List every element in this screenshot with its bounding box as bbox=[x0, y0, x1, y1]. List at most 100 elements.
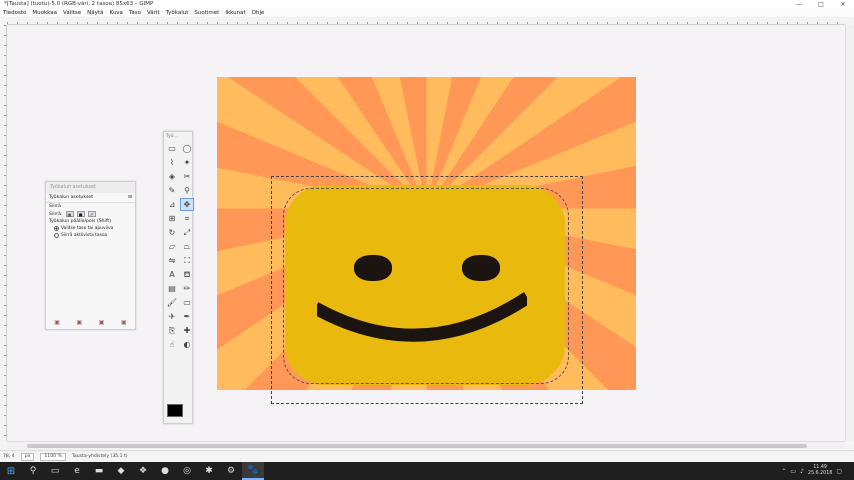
color-select-icon[interactable]: ◈ bbox=[165, 170, 179, 183]
window-controls: — □ ✕ bbox=[788, 0, 854, 8]
gimp-taskbar-icon[interactable]: 🐾 bbox=[242, 462, 264, 480]
color-swatches[interactable] bbox=[167, 404, 191, 422]
clock-date: 25.6.2018 bbox=[807, 471, 833, 476]
windows-taskbar: ⊞ ⚲ ▭ e ▬ ◆ ❖ ● ◎ ✱ ⚙ 🐾 ⌃ ▭ ♪ 11.49 25.6… bbox=[0, 462, 854, 480]
move-selection-icon[interactable]: ■ bbox=[76, 211, 85, 217]
horizontal-scrollbar[interactable] bbox=[7, 441, 845, 449]
tool-toggle-label: Työkalun päälle/pois (Shift) bbox=[49, 219, 111, 224]
system-tray: ⌃ ▭ ♪ 11.49 25.6.2018 ▢ bbox=[781, 462, 854, 480]
tab-menu-icon[interactable]: ⊟ bbox=[128, 195, 132, 200]
move-label: Siirrä: bbox=[49, 211, 63, 217]
menu-layer[interactable]: Taso bbox=[126, 10, 144, 16]
tool-options-footer: ▣ ▣ ▣ ▣ bbox=[46, 319, 135, 326]
save-options-icon[interactable]: ▣ bbox=[54, 319, 60, 326]
measure-icon[interactable]: ⊿ bbox=[165, 198, 179, 211]
clock[interactable]: 11.49 25.6.2018 bbox=[808, 465, 832, 477]
scissors-select-icon[interactable]: ✂ bbox=[180, 170, 194, 183]
menu-view[interactable]: Näytä bbox=[84, 10, 106, 16]
minimize-button[interactable]: — bbox=[788, 0, 810, 8]
move-mode-row: Siirrä: ▦ ■ ↗ bbox=[46, 210, 135, 218]
perspective-icon[interactable]: ⏢ bbox=[180, 240, 194, 253]
menu-edit[interactable]: Muokkaa bbox=[29, 10, 60, 16]
rotate-icon[interactable]: ↻ bbox=[165, 226, 179, 239]
move-icon[interactable]: ✥ bbox=[180, 198, 194, 211]
menu-help[interactable]: Ohje bbox=[249, 10, 268, 16]
flip-icon[interactable]: ⇋ bbox=[165, 254, 179, 267]
menu-colors[interactable]: Värit bbox=[144, 10, 163, 16]
app-icon[interactable]: ✱ bbox=[198, 462, 220, 480]
vertical-scrollbar[interactable] bbox=[845, 25, 854, 441]
ink-icon[interactable]: ✒ bbox=[180, 310, 194, 323]
free-select-icon[interactable]: ⌇ bbox=[165, 156, 179, 169]
fuzzy-select-icon[interactable]: ✦ bbox=[180, 156, 194, 169]
tool-grid: ▭ ◯ ⌇ ✦ ◈ ✂ ✎ ⚲ ⊿ ✥ ⊞ ⌗ ↻ ⤢ ▱ ⏢ ⇋ ⛶ A ⛾ ▤ ✏ 🖌 ▭ ✈ ✒ ⎘ ✚ ☝ ◐ bbox=[164, 142, 194, 351]
reset-options-icon[interactable]: ▣ bbox=[121, 319, 127, 326]
crop-icon[interactable]: ⌗ bbox=[180, 212, 194, 225]
task-view-icon[interactable]: ▭ bbox=[44, 462, 66, 480]
cage-icon[interactable]: ⛶ bbox=[180, 254, 194, 267]
dropbox-icon[interactable]: ❖ bbox=[132, 462, 154, 480]
smudge-icon[interactable]: ☝ bbox=[165, 338, 179, 351]
align-icon[interactable]: ⊞ bbox=[165, 212, 179, 225]
text-icon[interactable]: A bbox=[165, 268, 179, 281]
notifications-icon[interactable]: ▢ bbox=[836, 468, 842, 475]
search-icon[interactable]: ⚲ bbox=[22, 462, 44, 480]
paintbrush-icon[interactable]: 🖌 bbox=[165, 296, 179, 309]
radio-button[interactable] bbox=[54, 233, 59, 238]
gradient-icon[interactable]: ▤ bbox=[165, 282, 179, 295]
radio-move-active-layer[interactable]: Siirrä aktiivista tasoa bbox=[46, 232, 135, 239]
tool-options-tab-label: Työkalun asetukset bbox=[49, 195, 94, 200]
menu-file[interactable]: Tiedosto bbox=[0, 10, 29, 16]
pencil-icon[interactable]: ✏ bbox=[180, 282, 194, 295]
store-icon[interactable]: ◆ bbox=[110, 462, 132, 480]
volume-icon[interactable]: ♪ bbox=[800, 468, 804, 475]
radio-button-checked[interactable] bbox=[54, 226, 59, 231]
toolbox-panel: Työ... ▭ ◯ ⌇ ✦ ◈ ✂ ✎ ⚲ ⊿ ✥ ⊞ ⌗ ↻ ⤢ ▱ ⏢ ⇋ ⛶ A ⛾ ▤ ✏ 🖌 ▭ ✈ ✒ ⎘ ✚ ☝ ◐ bbox=[163, 131, 194, 424]
bucket-fill-icon[interactable]: ⛾ bbox=[180, 268, 194, 281]
scale-icon[interactable]: ⤢ bbox=[180, 226, 194, 239]
scrollbar-thumb[interactable] bbox=[27, 444, 807, 448]
menu-image[interactable]: Kuva bbox=[106, 10, 125, 16]
foreground-color[interactable] bbox=[167, 404, 183, 417]
zoom-select[interactable]: 1100 % bbox=[40, 452, 66, 461]
menu-bar: Tiedosto Muokkaa Valitse Näytä Kuva Taso… bbox=[0, 8, 854, 17]
menu-filters[interactable]: Suotimet bbox=[191, 10, 222, 16]
move-layer-icon[interactable]: ▦ bbox=[65, 211, 74, 217]
move-path-icon[interactable]: ↗ bbox=[87, 211, 96, 217]
clone-icon[interactable]: ⎘ bbox=[165, 324, 179, 337]
delete-options-icon[interactable]: ▣ bbox=[99, 319, 105, 326]
vertical-ruler[interactable] bbox=[0, 25, 7, 441]
restore-options-icon[interactable]: ▣ bbox=[77, 319, 83, 326]
rect-select-icon[interactable]: ▭ bbox=[165, 142, 179, 155]
file-explorer-icon[interactable]: ▬ bbox=[88, 462, 110, 480]
shear-icon[interactable]: ▱ bbox=[165, 240, 179, 253]
menu-tools[interactable]: Työkalut bbox=[163, 10, 192, 16]
toolbox-title: Työ... bbox=[166, 134, 178, 139]
status-message: Tausta-yhdistely (35.1 t) bbox=[71, 454, 128, 459]
radio-label: Valitse taso tai apuviiva bbox=[61, 226, 114, 231]
network-icon[interactable]: ▭ bbox=[790, 468, 796, 475]
dodge-burn-icon[interactable]: ◐ bbox=[180, 338, 194, 351]
airbrush-icon[interactable]: ✈ bbox=[165, 310, 179, 323]
heal-icon[interactable]: ✚ bbox=[180, 324, 194, 337]
horizontal-ruler[interactable] bbox=[7, 17, 845, 25]
chrome-icon[interactable]: ◎ bbox=[176, 462, 198, 480]
radio-pick-layer[interactable]: Valitse taso tai apuviiva bbox=[46, 225, 135, 232]
maximize-button[interactable]: □ bbox=[810, 0, 832, 8]
media-icon[interactable]: ● bbox=[154, 462, 176, 480]
tool-options-tab[interactable]: Työkalun asetukset ⊟ bbox=[46, 193, 135, 203]
zoom-icon[interactable]: ⚲ bbox=[180, 184, 194, 197]
tool-name: Siirrä bbox=[49, 204, 61, 209]
unit-select[interactable]: px bbox=[20, 452, 35, 461]
menu-select[interactable]: Valitse bbox=[60, 10, 84, 16]
paths-icon[interactable]: ✎ bbox=[165, 184, 179, 197]
tray-chevron-icon[interactable]: ⌃ bbox=[781, 468, 786, 475]
settings-icon[interactable]: ⚙ bbox=[220, 462, 242, 480]
close-button[interactable]: ✕ bbox=[832, 0, 854, 8]
start-button-icon[interactable]: ⊞ bbox=[0, 462, 22, 480]
menu-windows[interactable]: Ikkunat bbox=[222, 10, 248, 16]
edge-browser-icon[interactable]: e bbox=[66, 462, 88, 480]
ellipse-select-icon[interactable]: ◯ bbox=[180, 142, 194, 155]
eraser-icon[interactable]: ▭ bbox=[180, 296, 194, 309]
status-bar: 78, 4 px 1100 % Tausta-yhdistely (35.1 t… bbox=[0, 450, 854, 462]
